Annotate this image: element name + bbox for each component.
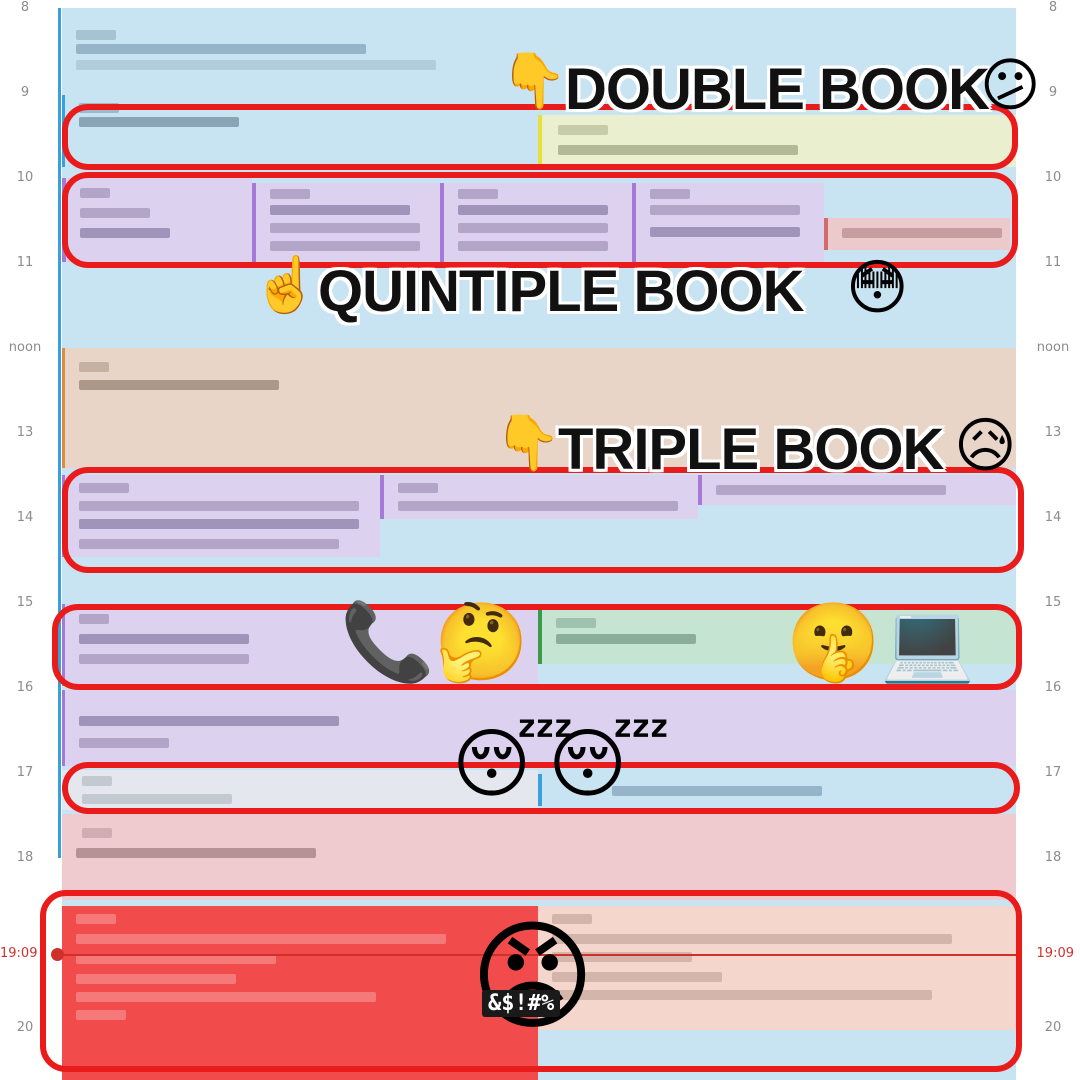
hour-label-20-right: 20 xyxy=(1044,1020,1062,1035)
hour-label-noon-right: noon xyxy=(1036,340,1070,355)
pointing-up-hand-icon: ☝️ xyxy=(252,253,320,316)
hour-label-8: 8 xyxy=(20,0,30,15)
hour-label-14: 14 xyxy=(16,510,34,525)
double-book-label: DOUBLE BOOK xyxy=(565,57,990,122)
hour-label-9: 9 xyxy=(20,85,30,100)
hour-label-13-right: 13 xyxy=(1044,425,1062,440)
hour-label-18-right: 18 xyxy=(1044,850,1062,865)
hour-label-noon: noon xyxy=(8,340,42,355)
hour-label-15-right: 15 xyxy=(1044,595,1062,610)
quintiple-book-label: QUINTIPLE BOOK xyxy=(318,259,804,324)
telephone-icon: 📞 xyxy=(340,597,435,686)
hour-label-10: 10 xyxy=(16,170,34,185)
flushed-face-icon: 😳 xyxy=(846,253,909,323)
laptop-icon: 💻 xyxy=(880,597,975,686)
triple-book-label: TRIPLE BOOK xyxy=(558,417,944,482)
hour-label-17: 17 xyxy=(16,765,34,780)
pointing-down-hand-icon: 👇 xyxy=(500,49,568,112)
shushing-face-icon: 🤫 xyxy=(786,597,881,686)
calendar-day-view: 8 9 10 11 noon 13 14 15 16 17 18 20 19:0… xyxy=(0,0,1080,1080)
current-time-label-right: 19:09 xyxy=(1036,946,1074,961)
hour-label-11: 11 xyxy=(16,255,34,270)
sad-sweat-face-icon: 😥 xyxy=(954,411,1017,481)
hour-label-8-right: 8 xyxy=(1048,0,1058,15)
current-time-label-left: 19:09 xyxy=(0,946,38,961)
hour-label-16: 16 xyxy=(16,680,34,695)
hour-label-11-right: 11 xyxy=(1044,255,1062,270)
hour-label-16-right: 16 xyxy=(1044,680,1062,695)
confused-face-icon: 😕 xyxy=(980,51,1041,119)
angry-face-icon: 😡 xyxy=(470,908,596,1047)
calendar-event[interactable] xyxy=(62,814,1016,900)
hour-label-18: 18 xyxy=(16,850,34,865)
hour-label-14-right: 14 xyxy=(1044,510,1062,525)
hour-label-13: 13 xyxy=(16,425,34,440)
hour-label-15: 15 xyxy=(16,595,34,610)
hour-label-17-right: 17 xyxy=(1044,765,1062,780)
hour-label-10-right: 10 xyxy=(1044,170,1062,185)
all-day-accent-line xyxy=(58,8,61,858)
censored-swearing-label: &$!#% xyxy=(482,990,561,1017)
thinking-face-icon: 🤔 xyxy=(434,597,529,686)
sleeping-face-icon: 😴 xyxy=(548,719,670,808)
pointing-down-hand-icon: 👇 xyxy=(494,411,562,474)
